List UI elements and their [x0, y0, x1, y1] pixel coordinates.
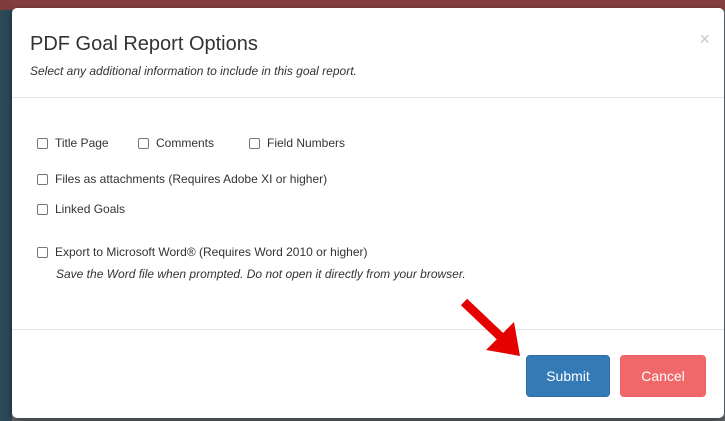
files-attachments-label: Files as attachments (Requires Adobe XI …: [55, 172, 328, 186]
linked-goals-label: Linked Goals: [55, 202, 126, 216]
dialog-footer: Submit Cancel: [12, 330, 724, 418]
cancel-button[interactable]: Cancel: [620, 355, 706, 397]
close-icon[interactable]: ×: [699, 30, 710, 48]
title-page-checkbox[interactable]: [37, 137, 48, 149]
comments-checkbox[interactable]: [138, 137, 149, 149]
dialog-subtitle: Select any additional information to inc…: [30, 64, 357, 78]
export-word-hint: Save the Word file when prompted. Do not…: [56, 267, 466, 281]
pdf-report-options-dialog: PDF Goal Report Options Select any addit…: [12, 8, 724, 418]
option-files-attachments[interactable]: Files as attachments (Requires Adobe XI …: [37, 172, 327, 186]
option-field-numbers[interactable]: Field Numbers: [249, 136, 345, 150]
title-page-label: Title Page: [55, 136, 109, 150]
option-linked-goals[interactable]: Linked Goals: [37, 202, 125, 216]
submit-button[interactable]: Submit: [526, 355, 610, 397]
option-title-page[interactable]: Title Page: [37, 136, 109, 150]
dialog-title: PDF Goal Report Options: [30, 33, 258, 55]
option-export-word[interactable]: Export to Microsoft Word® (Requires Word…: [37, 245, 368, 259]
files-attachments-checkbox[interactable]: [37, 173, 48, 185]
option-comments[interactable]: Comments: [138, 136, 214, 150]
dialog-body: Title Page Comments Field Numbers Files …: [12, 98, 724, 330]
export-word-label: Export to Microsoft Word® (Requires Word…: [55, 245, 368, 259]
comments-label: Comments: [156, 136, 215, 150]
export-word-checkbox[interactable]: [37, 246, 48, 258]
dialog-header: PDF Goal Report Options Select any addit…: [12, 8, 724, 98]
field-numbers-label: Field Numbers: [267, 136, 346, 150]
linked-goals-checkbox[interactable]: [37, 203, 48, 215]
red-arrow-icon: [460, 298, 520, 356]
field-numbers-checkbox[interactable]: [249, 137, 260, 149]
